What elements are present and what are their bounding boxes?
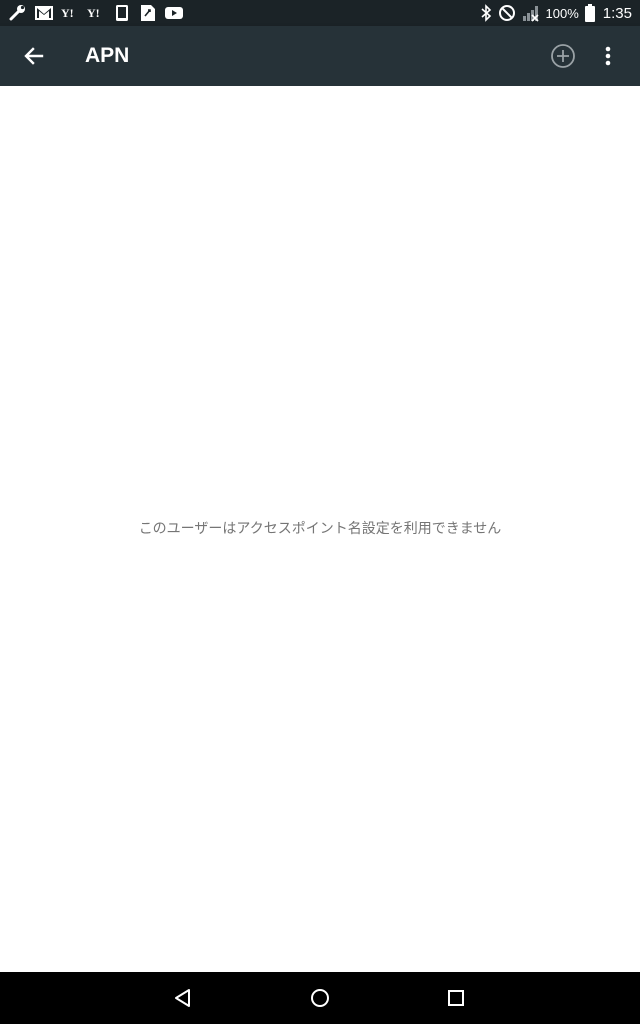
back-arrow-icon (24, 47, 44, 65)
signal-icon (522, 3, 540, 23)
add-circle-icon (551, 44, 575, 68)
empty-state-message: このユーザーはアクセスポイント名設定を利用できません (138, 521, 502, 537)
recents-square-icon (448, 990, 464, 1006)
nav-home-button[interactable] (300, 978, 340, 1018)
app-bar: APN (0, 26, 640, 86)
back-triangle-icon (175, 989, 190, 1007)
battery-icon (584, 3, 595, 23)
bluetooth-icon (480, 3, 492, 23)
sim-icon (138, 3, 158, 23)
yahoo-label: Y! (87, 6, 100, 20)
more-vert-icon (605, 46, 611, 66)
add-apn-button[interactable] (543, 36, 583, 76)
do-not-disturb-icon (498, 3, 516, 23)
back-button[interactable] (14, 36, 54, 76)
wrench-icon (8, 3, 28, 23)
status-system-icons: 100% 1:35 (474, 2, 632, 24)
gmail-icon (34, 3, 54, 23)
nav-recents-button[interactable] (436, 978, 476, 1018)
content-area: このユーザーはアクセスポイント名設定を利用できません (0, 86, 640, 972)
status-bar: Y! Y! 100% 1:35 (0, 0, 640, 26)
home-circle-icon (311, 989, 329, 1007)
battery-percent: 100% (545, 5, 579, 21)
more-options-button[interactable] (588, 36, 628, 76)
nav-back-button[interactable] (163, 978, 203, 1018)
navigation-bar (0, 972, 640, 1024)
clock: 1:35 (602, 4, 632, 22)
page-title: APN (85, 44, 130, 67)
youtube-icon (164, 3, 184, 23)
status-notification-icons: Y! Y! (8, 2, 190, 24)
tablet-icon (112, 3, 132, 23)
yahoo-label: Y! (61, 6, 74, 20)
screen: Y! Y! 100% 1:35 APN このユーザーはアクセスポイント名設定を利… (0, 0, 640, 1024)
yahoo-icon: Y! (86, 3, 106, 23)
yahoo-icon: Y! (60, 3, 80, 23)
